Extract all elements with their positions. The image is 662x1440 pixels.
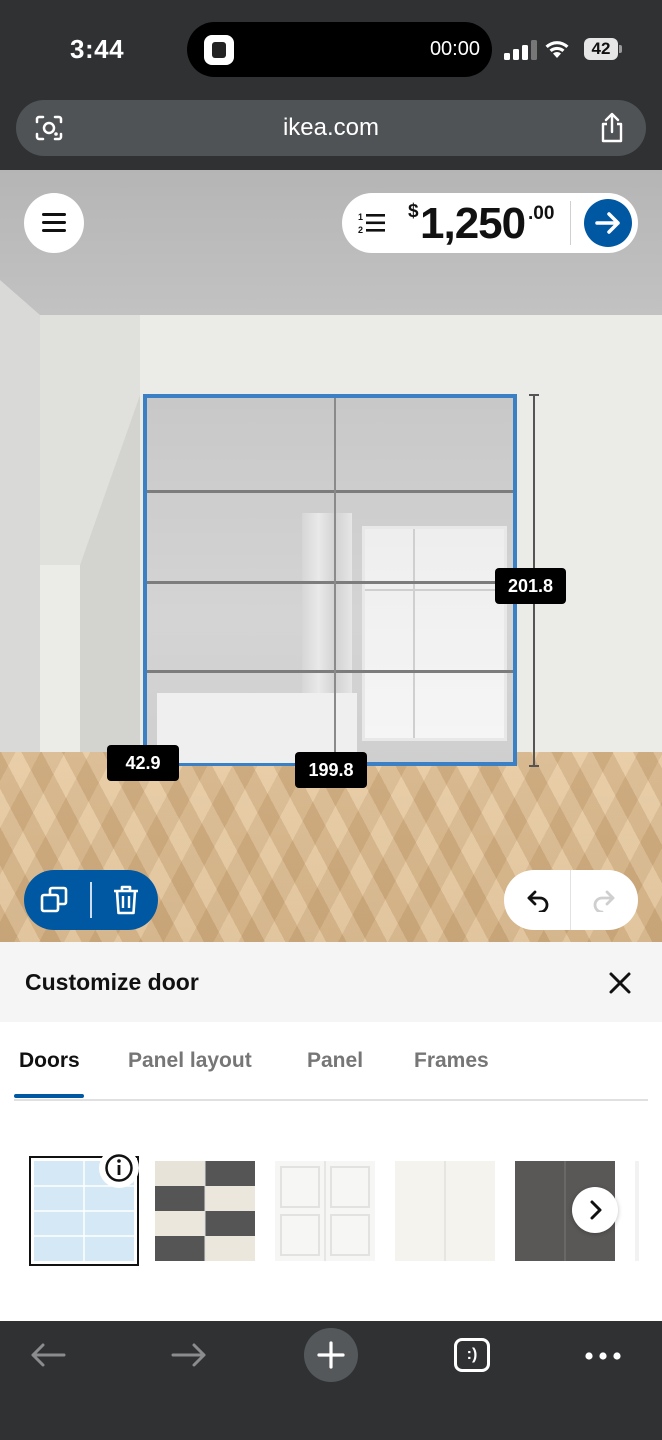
info-icon[interactable]	[99, 1148, 139, 1188]
height-dimension-tag[interactable]: 201.8	[495, 568, 566, 604]
new-tab-button[interactable]	[304, 1328, 358, 1382]
mirror-reflection	[362, 526, 507, 741]
close-icon[interactable]	[606, 969, 634, 997]
battery-icon: 42	[584, 38, 624, 60]
next-options-button[interactable]	[572, 1187, 618, 1233]
forward-icon[interactable]	[169, 1341, 209, 1369]
tab-panel-layout[interactable]: Panel layout	[128, 1049, 252, 1073]
trash-icon[interactable]	[112, 884, 140, 916]
status-time: 3:44	[70, 34, 125, 64]
width-dimension-tag[interactable]: 199.8	[295, 752, 367, 788]
continue-button[interactable]	[584, 199, 632, 247]
wifi-icon	[545, 41, 569, 58]
object-actions	[24, 870, 158, 930]
history-controls	[504, 870, 638, 930]
tab-doors[interactable]: Doors	[19, 1049, 80, 1073]
redo-icon[interactable]	[590, 888, 616, 912]
recording-app-icon	[204, 35, 234, 65]
customize-tabs: Doors Panel layout Panel Frames	[0, 1022, 662, 1102]
menu-button[interactable]	[24, 193, 84, 253]
tabs-icon[interactable]: :)	[454, 1338, 490, 1372]
door-option-white-frame[interactable]	[275, 1161, 375, 1261]
svg-text:2: 2	[358, 225, 363, 235]
list-icon[interactable]: 1 2	[358, 211, 386, 235]
battery-level: 42	[584, 38, 618, 60]
door-option-white-plain[interactable]	[395, 1161, 495, 1261]
island-timer: 00:00	[429, 38, 480, 60]
copy-icon[interactable]	[40, 886, 68, 914]
price-currency: $	[408, 201, 419, 222]
tab-frames[interactable]: Frames	[414, 1049, 489, 1073]
browser-toolbar: :)	[0, 1321, 662, 1440]
share-icon[interactable]	[598, 112, 626, 144]
plus-icon	[317, 1341, 345, 1369]
price-summary[interactable]: 1 2 $ 1,250 .00	[342, 193, 638, 253]
back-icon[interactable]	[28, 1341, 68, 1369]
door-option-partial	[635, 1161, 639, 1261]
depth-dimension-tag[interactable]: 42.9	[107, 745, 179, 781]
panel-header: Customize door	[0, 942, 662, 1022]
more-icon[interactable]	[584, 1351, 624, 1361]
customize-door-panel: Customize door Doors Panel layout Panel …	[0, 942, 662, 1321]
svg-text:1: 1	[358, 212, 363, 222]
dynamic-island[interactable]: 00:00	[187, 22, 492, 77]
address-bar[interactable]: ikea.com	[16, 100, 646, 156]
door-split	[334, 398, 336, 762]
cellular-signal-icon	[504, 40, 537, 60]
room-planner-canvas[interactable]: 201.8 42.9 199.8 1 2 $ 1,250 .00	[0, 170, 662, 942]
tab-panel[interactable]: Panel	[307, 1049, 363, 1073]
active-tab-indicator	[14, 1094, 84, 1098]
door-option-checkered[interactable]	[155, 1161, 255, 1261]
url-text[interactable]: ikea.com	[16, 114, 646, 142]
status-bar: 3:44 00:00 42	[0, 0, 662, 96]
chevron-right-icon	[590, 1200, 602, 1220]
wardrobe-model[interactable]	[143, 394, 517, 766]
total-price: 1,250	[420, 199, 526, 248]
price-cents: .00	[528, 203, 555, 224]
arrow-right-icon	[595, 212, 620, 234]
undo-icon[interactable]	[526, 888, 552, 912]
panel-title: Customize door	[25, 969, 199, 995]
